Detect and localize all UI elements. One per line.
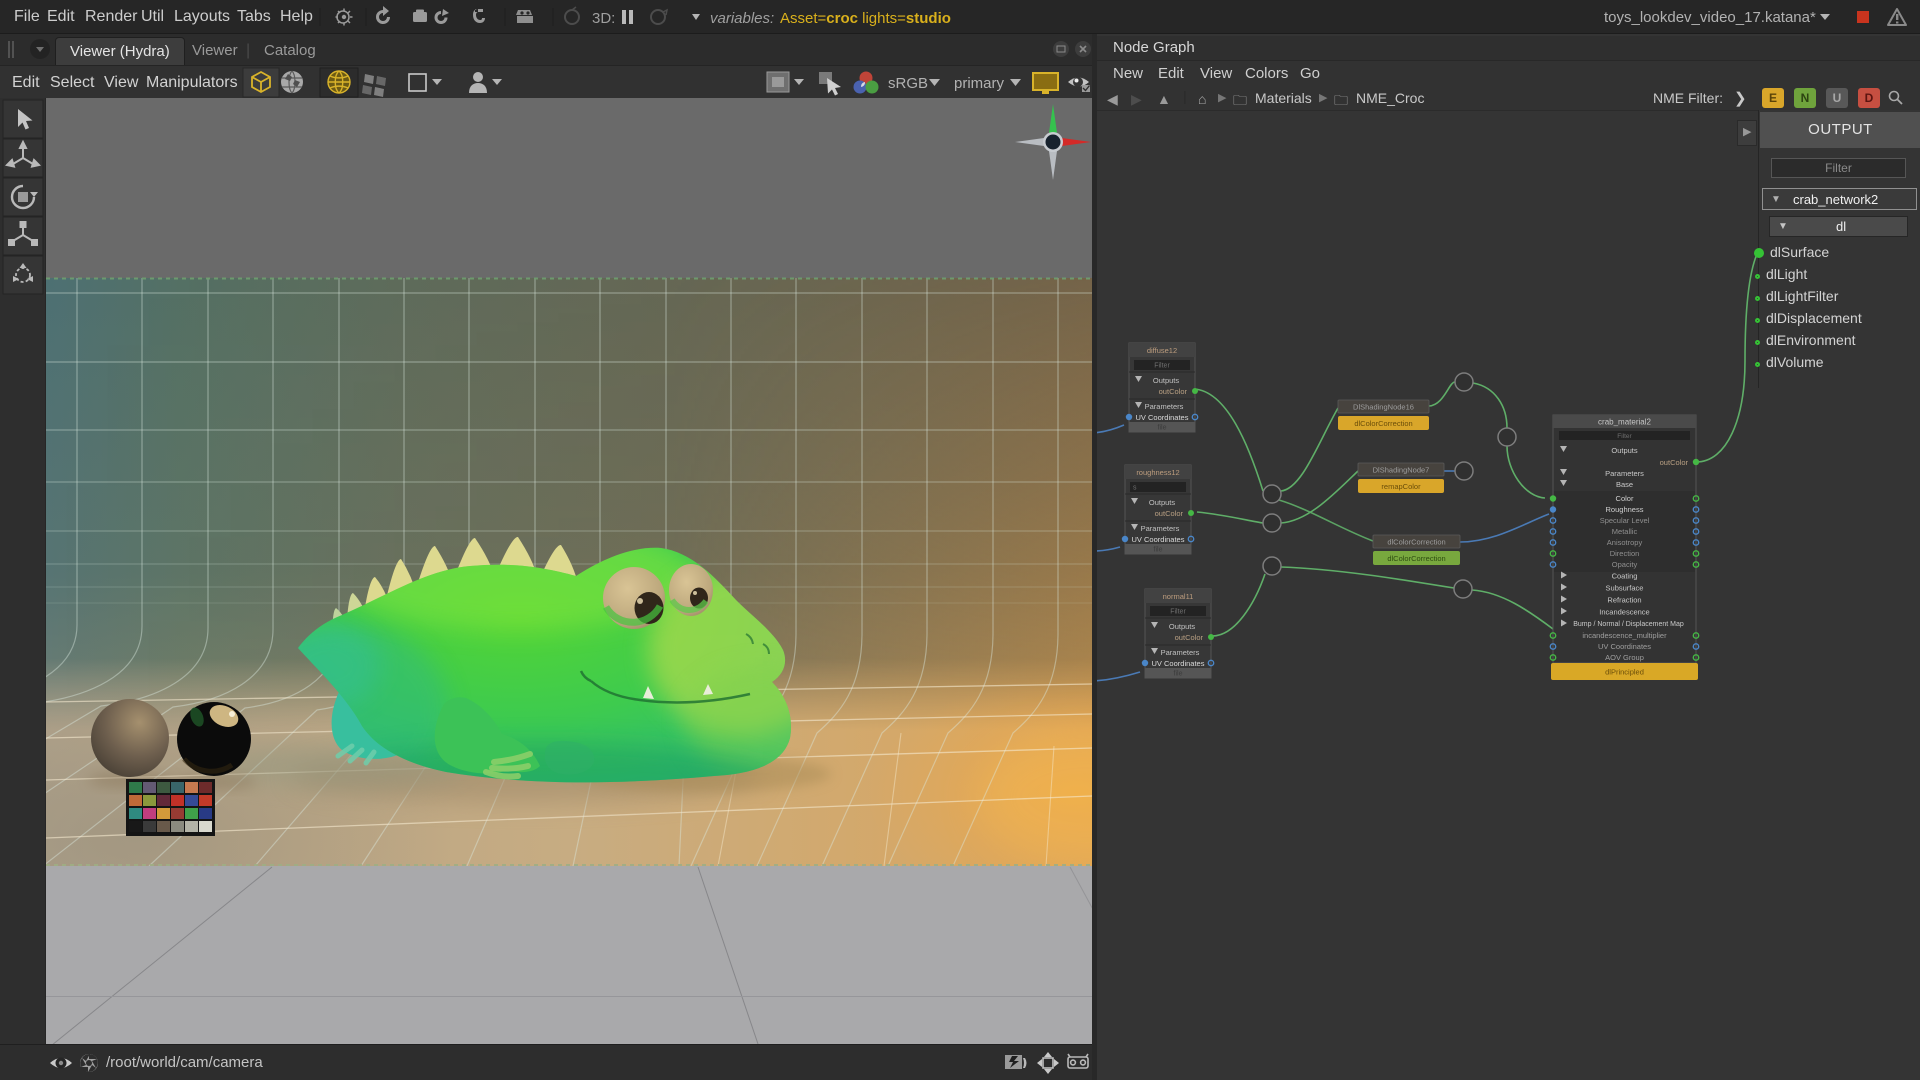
svg-text:s: s [1133, 485, 1137, 492]
svg-text:Filter: Filter [1154, 363, 1170, 370]
svg-text:Color: Color [1616, 494, 1634, 503]
svg-text:UV Coordinates: UV Coordinates [1132, 535, 1185, 544]
svg-text:dlColorCorrection: dlColorCorrection [1387, 554, 1445, 563]
svg-text:outColor: outColor [1159, 387, 1188, 396]
svg-text:Direction: Direction [1610, 549, 1640, 558]
svg-text:Filter: Filter [1617, 433, 1632, 440]
svg-text:Anisotropy: Anisotropy [1607, 538, 1643, 547]
svg-text:diffuse12: diffuse12 [1147, 346, 1177, 355]
svg-text:UV Coordinates: UV Coordinates [1152, 659, 1205, 668]
svg-text:outColor: outColor [1155, 509, 1184, 518]
svg-text:toys_lookdev_video_17.katana*: toys_lookdev_video_17.katana* [1604, 9, 1816, 26]
svg-text:outColor: outColor [1175, 633, 1204, 642]
svg-text:Specular Level: Specular Level [1600, 516, 1650, 525]
svg-text:Outputs: Outputs [1169, 622, 1196, 631]
svg-text:Refraction: Refraction [1607, 596, 1641, 605]
svg-text:Outputs: Outputs [1611, 446, 1638, 455]
svg-text:crab_material2: crab_material2 [1598, 418, 1651, 427]
svg-text:outColor: outColor [1660, 458, 1689, 467]
svg-text:Coating: Coating [1612, 572, 1638, 581]
svg-text:Roughness: Roughness [1606, 505, 1644, 514]
svg-text:Incandescence: Incandescence [1599, 608, 1649, 617]
svg-text:Asset=croc lights=studio: Asset=croc lights=studio [780, 10, 951, 27]
svg-text:DlShadingNode7: DlShadingNode7 [1373, 466, 1430, 475]
svg-text:Opacity: Opacity [1612, 560, 1638, 569]
svg-text:UV Coordinates: UV Coordinates [1136, 413, 1189, 422]
svg-text:Filter: Filter [1170, 609, 1186, 616]
svg-text:dlPrincipled: dlPrincipled [1605, 668, 1644, 677]
svg-text:DlShadingNode16: DlShadingNode16 [1353, 403, 1414, 412]
svg-text:sRGB: sRGB [888, 75, 928, 92]
svg-text:Parameters: Parameters [1145, 402, 1184, 411]
svg-text:Outputs: Outputs [1149, 498, 1176, 507]
svg-text:Parameters: Parameters [1141, 524, 1180, 533]
svg-text:remapColor: remapColor [1381, 482, 1421, 491]
svg-text:Parameters: Parameters [1605, 469, 1644, 478]
svg-text:Outputs: Outputs [1153, 376, 1180, 385]
svg-text:dlColorCorrection: dlColorCorrection [1387, 538, 1445, 547]
svg-text:incandescence_multiplier: incandescence_multiplier [1582, 631, 1667, 640]
svg-text:AOV Group: AOV Group [1605, 653, 1644, 662]
svg-text:file: file [1174, 671, 1183, 678]
svg-text:UV Coordinates: UV Coordinates [1598, 642, 1651, 651]
svg-text:3D:: 3D: [592, 10, 615, 27]
svg-text:variables:: variables: [710, 10, 774, 27]
svg-text:Base: Base [1616, 480, 1633, 489]
svg-text:roughness12: roughness12 [1136, 468, 1179, 477]
svg-text:primary: primary [954, 75, 1005, 92]
svg-text:Metallic: Metallic [1612, 527, 1638, 536]
svg-text:Bump / Normal / Displacement M: Bump / Normal / Displacement Map [1573, 621, 1684, 628]
svg-text:dlColorCorrection: dlColorCorrection [1354, 419, 1412, 428]
svg-text:file: file [1158, 425, 1167, 432]
svg-text:normal11: normal11 [1163, 592, 1194, 601]
svg-text:Parameters: Parameters [1161, 648, 1200, 657]
svg-text:Subsurface: Subsurface [1606, 584, 1644, 593]
svg-text:file: file [1154, 547, 1163, 554]
